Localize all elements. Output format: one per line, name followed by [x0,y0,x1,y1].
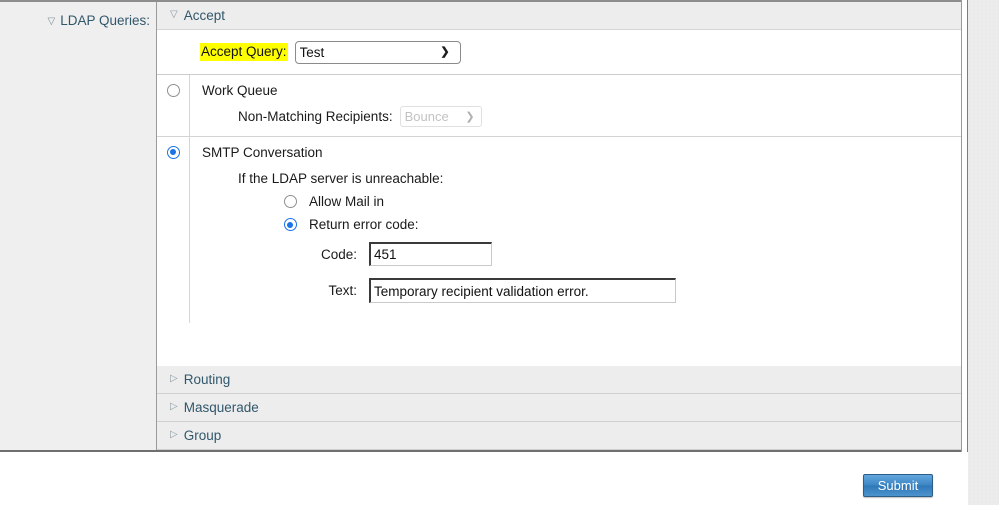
section-header-group[interactable]: ▷ Group [157,422,961,450]
text-field-row: Text: [190,272,770,309]
accept-query-select-wrap[interactable]: Test ❯ [294,40,461,64]
label-allow-mail-in: Allow Mail in [309,194,385,210]
work-queue-radio-cell[interactable] [157,75,189,136]
work-queue-title: Work Queue [202,83,278,98]
ldap-queries-label: LDAP Queries: [60,13,150,28]
page-background-gutter [968,0,999,505]
left-label-column: ▽ LDAP Queries: [0,2,157,450]
section-body-accept: Accept Query: Test ❯ Work Queue Non-Matc… [157,30,961,366]
label-return-error-code: Return error code: [309,217,419,233]
non-matching-recipients-select: Bounce [399,106,482,128]
section-header-accept[interactable]: ▽ Accept [157,2,961,30]
option-block-work-queue: Work Queue Non-Matching Recipients: Boun… [157,74,961,137]
expanded-triangle-icon: ▽ [170,8,178,20]
radio-work-queue[interactable] [166,84,180,97]
section-header-masquerade[interactable]: ▷ Masquerade [157,394,961,422]
section-title-accept: Accept [183,8,225,23]
choice-row-allow-mail-in[interactable]: Allow Mail in [190,190,770,213]
submit-button[interactable]: Submit [863,474,933,497]
work-queue-content: Work Queue Non-Matching Recipients: Boun… [189,75,770,137]
collapsed-sections: ▷ Routing ▷ Masquerade ▷ Group [157,366,961,450]
collapsed-triangle-icon: ▷ [170,428,178,440]
radio-allow-mail-in[interactable] [284,195,297,209]
accept-query-row: Accept Query: Test ❯ [157,30,961,74]
submit-bar: Submit [0,452,961,505]
expanded-triangle-icon: ▽ [47,16,56,27]
choice-row-return-error-code[interactable]: Return error code: [190,213,770,236]
unreachable-heading: If the LDAP server is unreachable: [238,171,444,187]
accept-query-label: Accept Query: [200,43,288,61]
text-label: Text: [328,283,357,299]
page-root: ▽ LDAP Queries: ▽ Accept Accept Query: T… [0,0,999,505]
text-input[interactable] [369,278,676,304]
section-title-routing: Routing [183,372,231,387]
code-field-row: Code: [190,236,770,272]
section-header-routing[interactable]: ▷ Routing [157,366,961,394]
collapsed-triangle-icon: ▷ [170,400,178,412]
frame-scroll-rail[interactable] [961,0,968,452]
code-input[interactable] [369,242,492,267]
section-title-masquerade: Masquerade [183,400,259,415]
non-matching-recipients-row: Non-Matching Recipients: Bounce ❯ [190,99,770,136]
radio-smtp-conversation[interactable] [166,146,180,160]
smtp-conversation-title: SMTP Conversation [202,145,323,161]
section-title-group: Group [183,428,222,443]
sections-column: ▽ Accept Accept Query: Test ❯ Work Queue… [157,2,961,450]
option-block-smtp-conversation: SMTP Conversation If the LDAP server is … [157,136,961,324]
smtp-section-bottom-spacer [190,309,770,323]
accept-query-select[interactable]: Test [294,40,461,64]
ldap-queries-label-row: ▽ LDAP Queries: [0,13,156,28]
ldap-queries-panel: ▽ LDAP Queries: ▽ Accept Accept Query: T… [0,0,961,452]
non-matching-recipients-label: Non-Matching Recipients: [238,109,393,125]
code-label: Code: [320,246,357,262]
radio-return-error-code[interactable] [284,218,297,232]
smtp-conversation-radio-cell[interactable] [157,137,189,323]
smtp-conversation-content: SMTP Conversation If the LDAP server is … [189,137,770,324]
non-matching-recipients-select-wrap: Bounce ❯ [399,106,482,128]
collapsed-triangle-icon: ▷ [170,372,178,384]
